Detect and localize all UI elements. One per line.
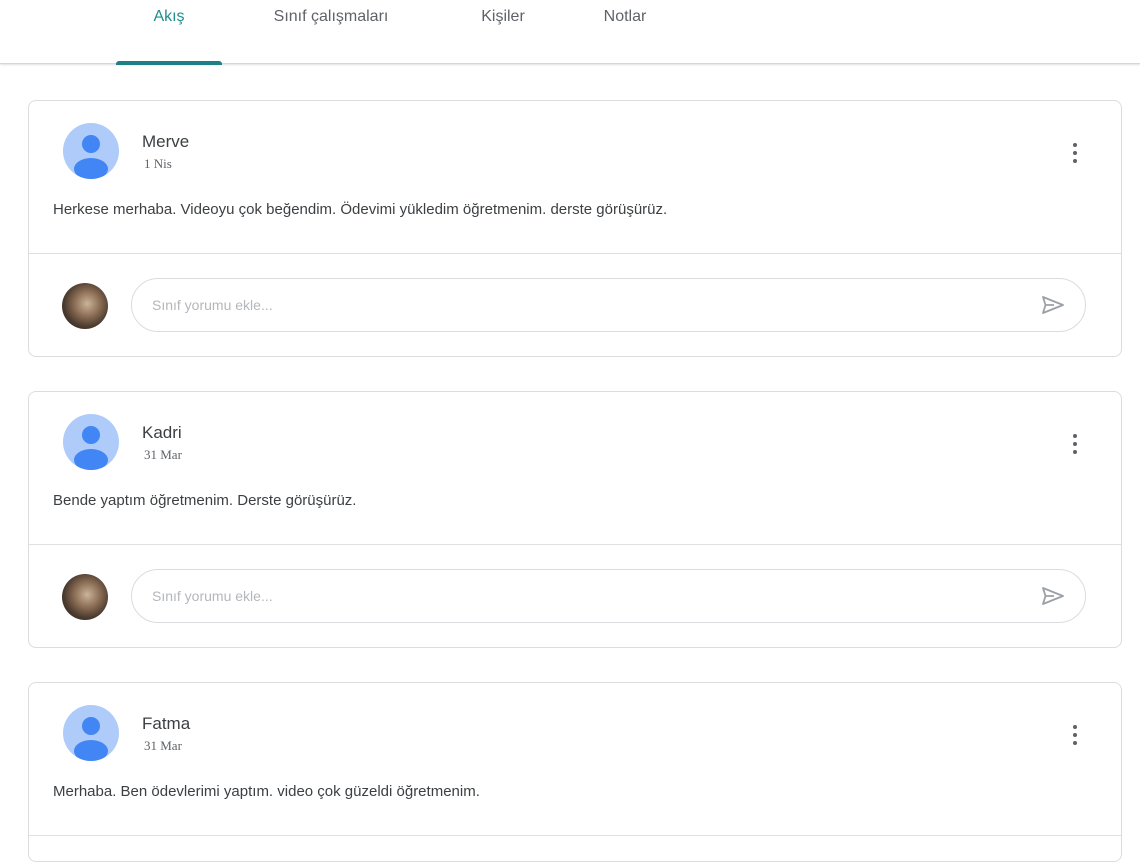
active-tab-indicator [116, 61, 222, 65]
send-icon[interactable] [1033, 285, 1073, 325]
more-vertical-icon[interactable] [1063, 139, 1087, 167]
post-date: 31 Mar [144, 738, 182, 753]
tab-people[interactable]: Kişiler [462, 0, 544, 64]
tab-stream[interactable]: Akış [116, 0, 222, 65]
tab-label: Notlar [603, 8, 647, 25]
comment-row [29, 545, 1121, 647]
class-tabs-bar: Akış Sınıf çalışmaları Kişiler Notlar [0, 0, 1140, 65]
stream-post: Fatma 31 Mar Merhaba. Ben ödevlerimi yap… [28, 682, 1122, 862]
comment-row [29, 254, 1121, 356]
post-text: Bende yaptım öğretmenim. Derste görüşürü… [53, 492, 357, 509]
post-text: Merhaba. Ben ödevlerimi yaptım. video ço… [53, 783, 480, 800]
current-user-avatar [62, 574, 108, 620]
post-date: 1 Nis [144, 156, 172, 171]
tab-label: Akış [153, 8, 185, 25]
current-user-avatar [62, 283, 108, 329]
post-header: Merve 1 Nis Herkese merhaba. Videoyu çok… [29, 101, 1121, 253]
post-text: Herkese merhaba. Videoyu çok beğendim. Ö… [53, 201, 668, 218]
class-comment-input[interactable] [132, 279, 1033, 331]
stream-post: Merve 1 Nis Herkese merhaba. Videoyu çok… [28, 100, 1122, 357]
class-comment-input[interactable] [132, 570, 1033, 622]
more-vertical-icon[interactable] [1063, 721, 1087, 749]
post-header: Kadri 31 Mar Bende yaptım öğretmenim. De… [29, 392, 1121, 544]
post-author[interactable]: Kadri [142, 423, 182, 443]
tab-label: Kişiler [481, 8, 525, 25]
tab-label: Sınıf çalışmaları [273, 8, 389, 25]
more-vertical-icon[interactable] [1063, 430, 1087, 458]
tab-classwork[interactable]: Sınıf çalışmaları [250, 0, 412, 64]
person-avatar-icon [63, 414, 119, 470]
stream-post: Kadri 31 Mar Bende yaptım öğretmenim. De… [28, 391, 1122, 648]
post-header: Fatma 31 Mar Merhaba. Ben ödevlerimi yap… [29, 683, 1121, 835]
send-icon[interactable] [1033, 576, 1073, 616]
person-avatar-icon [63, 123, 119, 179]
person-avatar-icon [63, 705, 119, 761]
post-author[interactable]: Fatma [142, 714, 190, 734]
post-author[interactable]: Merve [142, 132, 189, 152]
tab-grades[interactable]: Notlar [584, 0, 666, 64]
divider [29, 835, 1121, 836]
post-date: 31 Mar [144, 447, 182, 462]
comment-box [131, 278, 1086, 332]
comment-box [131, 569, 1086, 623]
